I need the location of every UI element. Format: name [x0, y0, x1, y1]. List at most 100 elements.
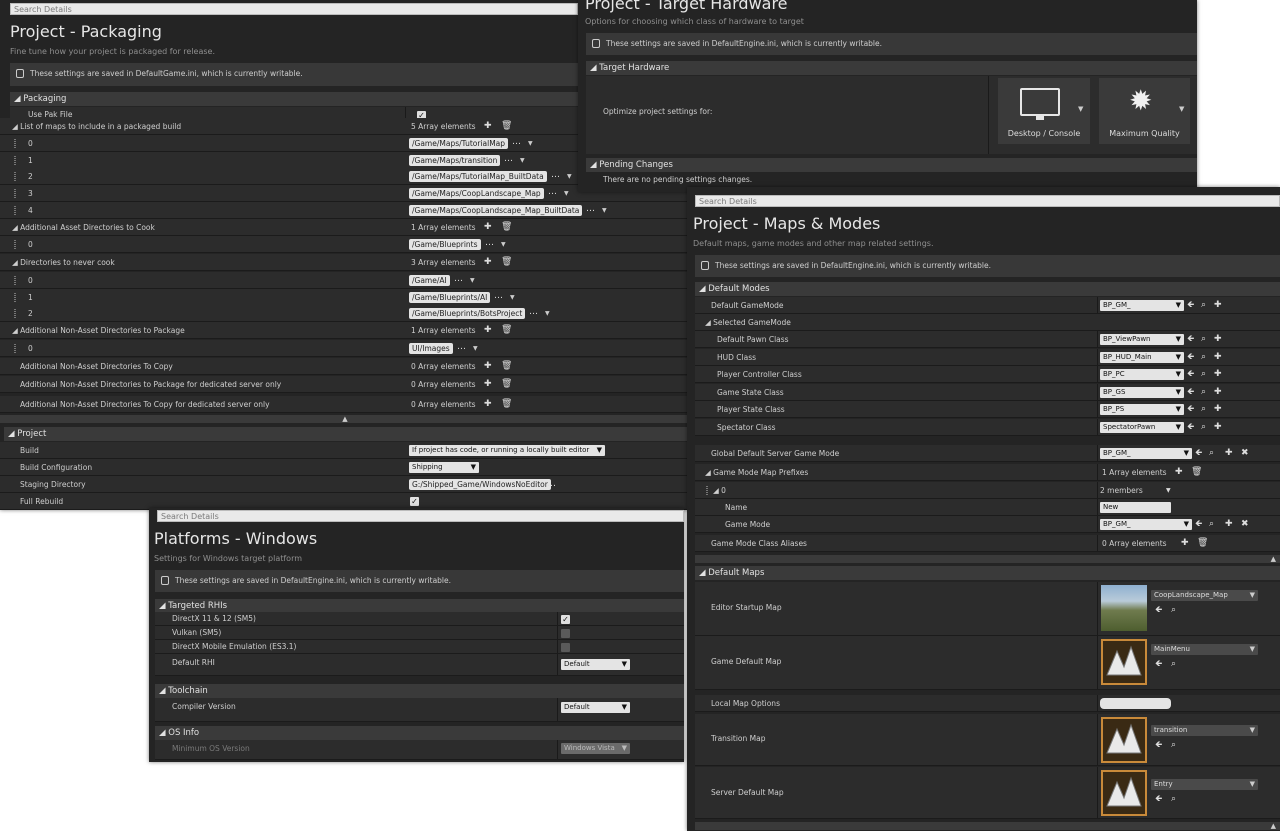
path-field[interactable]: /Game/Maps/CoopLandscape_Map_BuiltData	[409, 205, 583, 216]
clear-icon[interactable]: ✖	[1241, 447, 1249, 460]
vulkan-checkbox[interactable]	[561, 629, 570, 638]
trash-icon[interactable]: 🗑	[501, 324, 512, 337]
drag-handle[interactable]	[14, 172, 16, 181]
collapse-arrow[interactable]: ▲	[0, 415, 690, 423]
browse-search-icon[interactable]: ⌕	[1171, 658, 1176, 671]
add-icon[interactable]: ✚	[1214, 299, 1222, 312]
server-map-dropdown[interactable]: Entry ▼	[1151, 779, 1258, 790]
add-icon[interactable]: ✚	[484, 120, 492, 133]
use-selected-arrow-icon[interactable]: 🡸	[1155, 793, 1162, 806]
build-config-dropdown[interactable]: Shipping ▼	[409, 462, 479, 473]
add-icon[interactable]: ✚	[484, 398, 492, 411]
browse-search-icon[interactable]: ⌕	[1171, 739, 1176, 752]
add-icon[interactable]: ✚	[1181, 537, 1189, 550]
category-packaging[interactable]: ◢ Packaging	[10, 92, 578, 106]
browse-icon[interactable]: …	[485, 238, 494, 248]
category-pending-changes[interactable]: ◢ Pending Changes	[586, 158, 1197, 172]
category-target-hardware[interactable]: ◢ Target Hardware	[586, 61, 1197, 75]
path-field[interactable]: /Game/Maps/TutorialMap	[409, 138, 509, 149]
path-field[interactable]: /Game/Maps/transition	[409, 155, 501, 166]
trash-icon[interactable]: 🗑	[501, 221, 512, 234]
trash-icon[interactable]: 🗑	[501, 378, 512, 391]
trash-icon[interactable]: 🗑	[501, 120, 512, 133]
trash-icon[interactable]: 🗑	[1197, 537, 1208, 550]
category-toolchain[interactable]: ◢ Toolchain	[155, 684, 684, 698]
trash-icon[interactable]: 🗑	[1191, 466, 1202, 479]
chevron-down-icon[interactable]: ▼	[473, 342, 478, 355]
browse-icon[interactable]: …	[454, 274, 463, 284]
chevron-down-icon[interactable]: ▼	[510, 291, 515, 304]
server-gamemode-dropdown[interactable]: BP_GM_ ▼	[1100, 448, 1192, 459]
prefix-gamemode-dropdown[interactable]: BP_GM_ ▼	[1100, 519, 1192, 530]
chevron-down-icon[interactable]: ▼	[520, 154, 525, 167]
use-selected-arrow-icon[interactable]: 🡸	[1195, 447, 1202, 460]
use-selected-arrow-icon[interactable]: 🡸	[1187, 421, 1194, 434]
drag-handle[interactable]	[14, 189, 16, 198]
trash-icon[interactable]: 🗑	[501, 360, 512, 373]
add-icon[interactable]: ✚	[1175, 466, 1183, 479]
build-dropdown[interactable]: If project has code, or running a locall…	[409, 445, 605, 456]
path-field[interactable]: /Game/Maps/TutorialMap_BuiltData	[409, 171, 547, 182]
path-field[interactable]: /Game/Maps/CoopLandscape_Map	[409, 188, 544, 199]
collapse-arrow[interactable]: ▲	[695, 822, 1280, 830]
collapse-arrow[interactable]: ▲	[695, 555, 1280, 563]
mobile-emulation-checkbox[interactable]	[561, 643, 570, 652]
maximum-quality-button[interactable]: ✹ ▼ Maximum Quality	[1099, 78, 1190, 144]
browse-search-icon[interactable]: ⌕	[1201, 351, 1206, 364]
use-selected-arrow-icon[interactable]: 🡸	[1195, 518, 1202, 531]
path-field[interactable]: /Game/Blueprints	[409, 239, 481, 250]
class-dropdown[interactable]: BP_PC ▼	[1100, 369, 1184, 380]
row-selected-gamemode[interactable]: ◢ Selected GameMode	[695, 314, 1280, 331]
browse-icon[interactable]: …	[494, 291, 503, 301]
chevron-down-icon[interactable]: ▼	[564, 187, 569, 200]
search-input[interactable]: Search Details	[10, 3, 578, 15]
path-field[interactable]: /Game/Blueprints/BotsProject	[409, 308, 526, 319]
drag-handle[interactable]	[14, 344, 16, 353]
use-selected-arrow-icon[interactable]: 🡸	[1187, 386, 1194, 399]
browse-search-icon[interactable]: ⌕	[1209, 447, 1214, 460]
prefix-name-input[interactable]: New	[1100, 502, 1171, 513]
chevron-down-icon[interactable]: ▼	[602, 204, 607, 217]
drag-handle[interactable]	[14, 309, 16, 318]
class-dropdown[interactable]: SpectatorPawn ▼	[1100, 422, 1184, 433]
drag-handle[interactable]	[14, 139, 16, 148]
browse-search-icon[interactable]: ⌕	[1201, 421, 1206, 434]
add-icon[interactable]: ✚	[1214, 351, 1222, 364]
browse-search-icon[interactable]: ⌕	[1201, 386, 1206, 399]
add-icon[interactable]: ✚	[484, 221, 492, 234]
class-dropdown[interactable]: BP_GS ▼	[1100, 387, 1184, 398]
class-dropdown[interactable]: BP_ViewPawn ▼	[1100, 334, 1184, 345]
chevron-down-icon[interactable]: ▼	[545, 307, 550, 320]
browse-search-icon[interactable]: ⌕	[1171, 793, 1176, 806]
map-asset-thumbnail[interactable]	[1101, 639, 1147, 685]
browse-search-icon[interactable]: ⌕	[1209, 518, 1214, 531]
directx-checkbox[interactable]: ✓	[561, 615, 570, 624]
category-default-modes[interactable]: ◢ Default Modes	[695, 282, 1280, 296]
default-gamemode-dropdown[interactable]: BP_GM_ ▼	[1100, 300, 1184, 311]
browse-search-icon[interactable]: ⌕	[1201, 403, 1206, 416]
transition-map-dropdown[interactable]: transition ▼	[1151, 725, 1258, 736]
chevron-down-icon[interactable]: ▼	[528, 137, 533, 150]
use-selected-arrow-icon[interactable]: 🡸	[1155, 739, 1162, 752]
game-map-dropdown[interactable]: MainMenu ▼	[1151, 644, 1258, 655]
add-icon[interactable]: ✚	[484, 256, 492, 269]
browse-icon[interactable]: …	[586, 204, 595, 214]
use-selected-arrow-icon[interactable]: 🡸	[1187, 403, 1194, 416]
chevron-down-icon[interactable]: ▼	[567, 170, 572, 183]
editor-map-dropdown[interactable]: CoopLandscape_Map ▼	[1151, 590, 1258, 601]
full-rebuild-checkbox[interactable]: ✓	[410, 497, 419, 506]
category-default-maps[interactable]: ◢ Default Maps	[695, 566, 1280, 580]
browse-search-icon[interactable]: ⌕	[1171, 604, 1176, 617]
use-selected-arrow-icon[interactable]: 🡸	[1155, 658, 1162, 671]
add-icon[interactable]: ✚	[1214, 421, 1222, 434]
class-dropdown[interactable]: BP_PS ▼	[1100, 404, 1184, 415]
staging-directory-field[interactable]: G:/Shipped_Game/WindowsNoEditor	[409, 479, 551, 490]
landscape-thumbnail[interactable]	[1101, 585, 1147, 631]
drag-handle[interactable]	[14, 293, 16, 302]
search-input[interactable]: Search Details	[157, 510, 684, 522]
drag-handle[interactable]	[14, 156, 16, 165]
add-icon[interactable]: ✚	[484, 360, 492, 373]
map-asset-thumbnail[interactable]	[1101, 770, 1147, 816]
add-icon[interactable]: ✚	[1214, 368, 1222, 381]
browse-icon[interactable]: …	[548, 187, 557, 197]
